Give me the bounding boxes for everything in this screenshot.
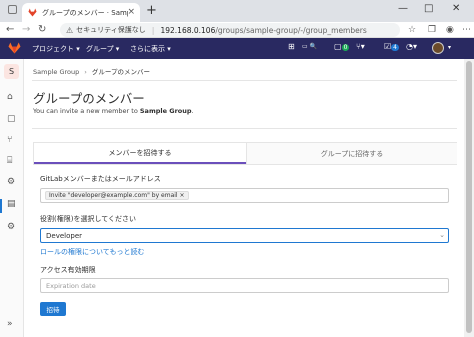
tab-title: グループのメンバー · Sample Group <box>42 8 128 17</box>
groups-menu[interactable]: グループ ▾ <box>86 44 119 54</box>
page-subtitle: You can invite a new member to Sample Gr… <box>33 107 194 115</box>
analytics-icon[interactable]: ▤ <box>7 199 16 209</box>
collections-icon[interactable]: ❐ <box>428 25 436 35</box>
profile-icon[interactable]: ◉ <box>446 25 454 35</box>
url-host: 192.168.0.106 <box>160 25 216 35</box>
expiration-date-input[interactable]: Expiration date <box>40 278 449 293</box>
help-icon[interactable]: ◔▾ <box>406 42 417 51</box>
member-field-label: GitLabメンバーまたはメールアドレス <box>40 175 161 183</box>
url-separator: | <box>151 25 155 35</box>
kubernetes-icon[interactable]: ⚙ <box>7 177 15 187</box>
role-permissions-link[interactable]: ロールの権限についてもっと読む <box>40 247 144 257</box>
tab-invite-member[interactable]: メンバーを招待する <box>34 143 246 164</box>
merge-request-icon[interactable]: ⑂▾ <box>356 42 365 51</box>
settings-icon[interactable]: ⚙ <box>7 222 15 232</box>
browser-tab[interactable]: グループのメンバー · Sample Group × <box>22 3 140 22</box>
invite-tabs: メンバーを招待する グループに招待する <box>33 142 457 165</box>
tab-invite-group[interactable]: グループに招待する <box>246 143 457 164</box>
role-select[interactable]: Developer ⌄ <box>40 228 449 243</box>
collapse-sidebar-icon[interactable]: » <box>7 319 13 329</box>
divider <box>32 80 457 81</box>
breadcrumb-group-link[interactable]: Sample Group <box>33 68 79 76</box>
chevron-down-icon: ⌄ <box>439 231 445 239</box>
invite-email-token[interactable]: Invite "developer@example.com" by email … <box>45 191 189 200</box>
divider <box>32 128 457 129</box>
user-avatar[interactable] <box>432 42 444 54</box>
group-sidebar: S ⌂ ▢ ⑂ ⌸ ⚙ ▤ ⚙ » <box>0 59 24 337</box>
gitlab-logo-icon[interactable] <box>8 42 21 54</box>
browser-tabstrip: グループのメンバー · Sample Group × + — □ ✕ <box>0 0 474 22</box>
scrollbar-thumb[interactable] <box>466 61 472 333</box>
group-avatar[interactable]: S <box>4 64 19 79</box>
minimize-icon[interactable]: — <box>398 3 408 14</box>
close-window-icon[interactable]: ✕ <box>452 3 460 14</box>
issues-icon[interactable]: ▢ 0 <box>334 42 350 51</box>
page-title: グループのメンバー <box>33 91 145 106</box>
breadcrumb-separator: › <box>84 68 87 76</box>
expiry-field-label: アクセス有効期限 <box>40 266 96 274</box>
forward-icon[interactable]: → <box>22 24 30 35</box>
role-field-label: 役割(権限)を選択してください <box>40 215 137 223</box>
security-label: セキュリティ保護なし <box>76 26 146 34</box>
member-search-input[interactable]: Invite "developer@example.com" by email … <box>40 188 449 203</box>
maximize-icon[interactable]: □ <box>424 3 433 14</box>
issues-badge: 0 <box>341 44 350 51</box>
address-bar: ← → ↻ ⚠ セキュリティ保護なし | 192.168.0.106/group… <box>0 22 474 38</box>
url-input[interactable]: ⚠ セキュリティ保護なし | 192.168.0.106/groups/samp… <box>60 23 400 37</box>
role-select-value: Developer <box>46 232 83 240</box>
todo-badge: 4 <box>391 44 399 51</box>
projects-menu[interactable]: プロジェクト ▾ <box>32 44 80 54</box>
invite-submit-button[interactable]: 招待 <box>40 302 66 316</box>
favorite-icon[interactable]: ☆ <box>408 25 416 35</box>
gitlab-favicon-icon <box>28 8 37 17</box>
gitlab-navbar: プロジェクト ▾ グループ ▾ さらに表示 ▾ ⊞ ▭ 🔍 ▢ 0 ⑂▾ ☑ 4 ◔… <box>0 38 474 59</box>
back-icon[interactable]: ← <box>6 24 14 35</box>
issues-icon[interactable]: ▢ <box>7 114 16 124</box>
tab-close-icon[interactable]: × <box>127 7 135 17</box>
tab-list-icon[interactable] <box>8 5 17 14</box>
reload-icon[interactable]: ↻ <box>38 24 46 35</box>
warning-icon: ⚠ <box>66 25 74 35</box>
breadcrumb-current[interactable]: グループのメンバー <box>92 68 150 76</box>
plus-icon[interactable]: ⊞ <box>288 42 295 51</box>
search-box[interactable]: ▭ 🔍 <box>302 43 317 50</box>
breadcrumb: Sample Group › グループのメンバー <box>33 66 150 76</box>
active-indicator <box>0 199 2 213</box>
packages-icon[interactable]: ⌸ <box>7 156 12 166</box>
merge-request-icon[interactable]: ⑂ <box>7 135 12 145</box>
expiration-date-placeholder: Expiration date <box>46 282 96 290</box>
home-icon[interactable]: ⌂ <box>7 92 13 102</box>
url-path: /groups/sample-group/-/group_members <box>215 25 367 35</box>
chevron-down-icon[interactable]: ▾ <box>448 44 451 51</box>
new-tab-icon[interactable]: + <box>146 3 157 18</box>
more-menu[interactable]: さらに表示 ▾ <box>130 44 171 54</box>
more-icon[interactable]: ⋯ <box>462 25 471 35</box>
todo-icon[interactable]: ☑ 4 <box>384 42 399 51</box>
page-scrollbar[interactable] <box>464 59 474 337</box>
